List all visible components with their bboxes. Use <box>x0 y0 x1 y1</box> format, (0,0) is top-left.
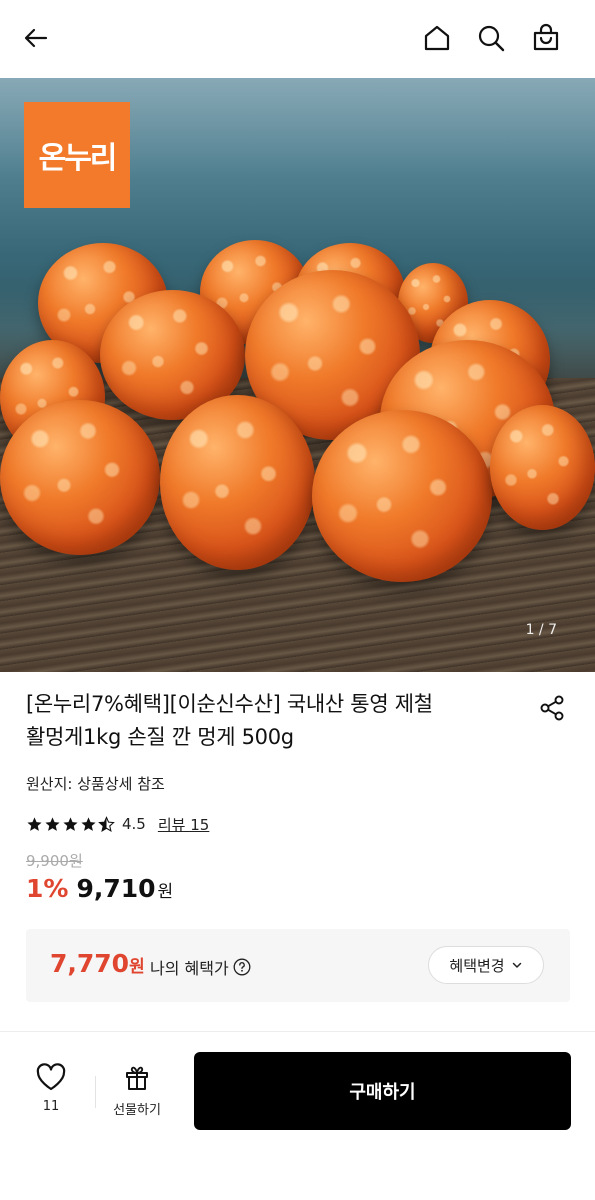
help-circle-icon <box>233 958 251 976</box>
share-button[interactable] <box>536 692 568 724</box>
product-photo-item <box>312 410 492 582</box>
half-star-icon <box>98 815 115 832</box>
product-photo-item <box>490 405 595 530</box>
star-icon <box>45 816 60 831</box>
sale-price: 9,710 <box>76 874 156 903</box>
bottom-action-bar: 11 선물하기 구매하기 <box>0 1032 595 1200</box>
shopping-bag-icon <box>533 23 559 51</box>
star-icon <box>81 816 96 831</box>
share-icon <box>540 695 564 721</box>
top-navigation-bar <box>0 0 595 78</box>
product-photo-item <box>0 400 160 555</box>
heart-icon <box>36 1063 66 1091</box>
star-icon <box>63 816 78 831</box>
discount-percent: 1% <box>26 874 69 903</box>
price-row: 1% 9,710 원 <box>26 874 173 903</box>
product-title-line2: 활멍게1kg 손질 깐 멍게 500g <box>26 725 294 749</box>
bottom-bar-separator <box>95 1076 96 1108</box>
star-icon <box>27 816 42 831</box>
rating-value: 4.5 <box>122 815 146 833</box>
benefit-change-label: 혜택변경 <box>449 956 505 975</box>
back-arrow-icon <box>24 28 48 48</box>
sale-price-unit: 원 <box>157 882 174 902</box>
benefit-price-unit: 원 <box>129 957 145 977</box>
back-button[interactable] <box>16 18 56 58</box>
product-image[interactable]: 온누리 1 / 7 <box>0 78 595 672</box>
chevron-down-icon <box>512 962 521 968</box>
image-page-indicator: 1 / 7 <box>525 622 557 638</box>
gift-icon <box>126 1066 148 1090</box>
product-title: [온누리7%혜택][이순신수산] 국내산 통영 제철 활멍게1kg 손질 깐 멍… <box>26 688 506 754</box>
star-rating <box>26 815 116 833</box>
rating-row: 4.5 리뷰 15 <box>26 812 209 836</box>
search-icon <box>478 25 505 52</box>
origin-info: 원산지: 상품상세 참조 <box>26 775 165 793</box>
buy-button[interactable]: 구매하기 <box>194 1052 571 1130</box>
home-icon <box>424 25 450 51</box>
benefit-label-text: 나의 혜택가 <box>150 959 229 978</box>
gift-label: 선물하기 <box>113 1103 161 1118</box>
benefit-change-button[interactable]: 혜택변경 <box>428 946 544 984</box>
like-count: 11 <box>42 1099 60 1114</box>
benefit-label: 나의 혜택가 <box>150 955 251 979</box>
original-price: 9,900원 <box>26 852 83 870</box>
home-button[interactable] <box>417 18 457 58</box>
product-photo-item <box>160 395 315 570</box>
search-button[interactable] <box>471 18 511 58</box>
gift-button[interactable]: 선물하기 <box>104 1062 170 1124</box>
onnuri-logo-badge: 온누리 <box>24 102 130 208</box>
like-button[interactable]: 11 <box>22 1062 80 1124</box>
benefit-price-box: 7,770원 나의 혜택가 혜택변경 <box>26 929 570 1002</box>
help-button[interactable] <box>233 958 251 976</box>
review-count-link[interactable]: 리뷰 15 <box>158 814 209 835</box>
benefit-price: 7,770원 <box>50 949 145 978</box>
cart-button[interactable] <box>526 18 566 58</box>
product-title-line1: [온누리7%혜택][이순신수산] 국내산 통영 제철 <box>26 692 433 716</box>
onnuri-logo-text: 온누리 <box>38 141 118 176</box>
benefit-price-value: 7,770 <box>50 949 130 978</box>
